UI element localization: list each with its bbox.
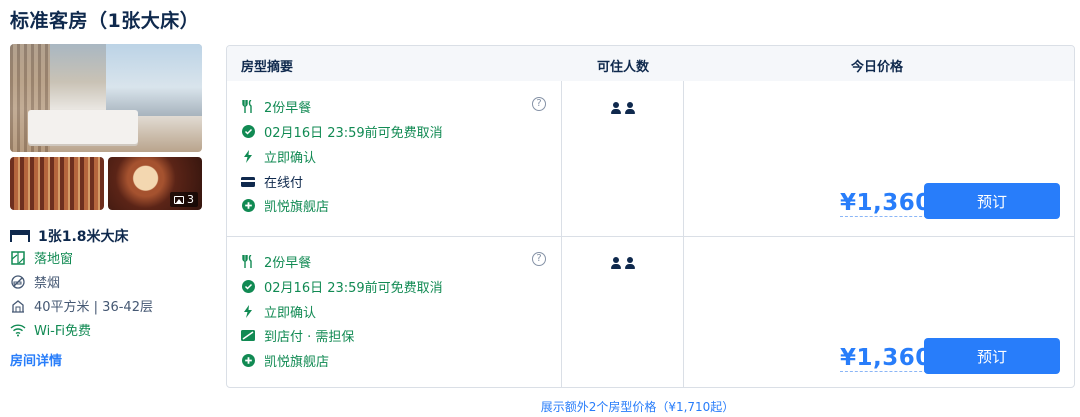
policy-label: 2份早餐 [264,101,312,116]
feature-no-smoking: 禁烟 [10,272,60,291]
bed-info: 1张1.8米大床 [10,226,129,246]
pay-at-hotel-icon [241,329,255,343]
person-icon [611,102,621,114]
policy-cancellation: 02月16日 23:59前可免费取消 [241,277,443,296]
policy-payment: 到店付 · 需担保 [241,326,354,345]
store-icon [241,199,255,213]
policy-label: 立即确认 [264,151,317,166]
policy-label: 凯悦旗舰店 [264,355,330,370]
book-button[interactable]: 预订 [924,338,1060,374]
guest-capacity [611,102,635,114]
policy-store: 凯悦旗舰店 [241,351,329,370]
price[interactable]: ¥1,360 [840,345,932,372]
card-icon [241,175,255,189]
room-thumbnail-1[interactable] [10,157,104,210]
room-thumbnail-2[interactable]: 3 [108,157,202,210]
room-main-photo[interactable] [10,44,202,152]
no-smoking-icon [10,274,26,290]
image-icon [174,195,184,204]
bed-label: 1张1.8米大床 [38,229,129,245]
check-circle-icon [241,125,255,139]
rate-table: 房型摘要 可住人数 今日价格 2份早餐 ? 02月16日 23:59前可免费取消… [226,45,1075,388]
dining-icon [241,100,255,114]
policy-payment: 在线付 [241,172,303,191]
feature-wifi: Wi-Fi免费 [10,320,91,339]
check-circle-icon [241,280,255,294]
policy-breakfast: 2份早餐 [241,97,311,116]
area-icon [10,298,26,314]
policy-confirm: 立即确认 [241,302,316,321]
policy-label: 在线付 [264,176,304,191]
feature-label: 禁烟 [34,276,61,291]
rate-row: 2份早餐 ? 02月16日 23:59前可免费取消 立即确认 在线付 凯悦旗舰店… [227,81,1074,236]
lightning-icon [241,305,255,319]
room-details-link[interactable]: 房间详情 [10,350,62,369]
person-icon [611,257,621,269]
help-icon[interactable]: ? [532,252,546,266]
header-price: 今日价格 [851,60,904,75]
rate-row: 2份早餐 ? 02月16日 23:59前可免费取消 立即确认 到店付 · 需担保… [227,236,1074,387]
feature-label: 40平方米 | 36-42层 [34,300,153,315]
table-header: 房型摘要 可住人数 今日价格 [227,46,1074,81]
help-icon[interactable]: ? [532,97,546,111]
feature-label: Wi-Fi免费 [34,324,92,339]
policy-breakfast: 2份早餐 [241,252,311,271]
policy-label: 02月16日 23:59前可免费取消 [264,126,443,141]
store-icon [241,354,255,368]
lightning-icon [241,150,255,164]
policy-label: 2份早餐 [264,256,312,271]
feature-area: 40平方米 | 36-42层 [10,296,153,315]
dining-icon [241,255,255,269]
policy-confirm: 立即确认 [241,147,316,166]
feature-label: 落地窗 [34,252,74,267]
book-button[interactable]: 预订 [924,183,1060,219]
policy-label: 立即确认 [264,306,317,321]
show-more-rates-link[interactable]: 展示额外2个房型价格（¥1,710起） [0,398,1080,415]
policy-label: 02月16日 23:59前可免费取消 [264,281,443,296]
policy-store: 凯悦旗舰店 [241,196,329,215]
wifi-icon [10,322,26,338]
person-icon [625,257,635,269]
policy-label: 凯悦旗舰店 [264,200,330,215]
photo-count-badge: 3 [170,192,198,207]
feature-window: 落地窗 [10,248,73,267]
header-guests: 可住人数 [597,60,650,75]
policy-cancellation: 02月16日 23:59前可免费取消 [241,122,443,141]
person-icon [625,102,635,114]
price[interactable]: ¥1,360 [840,190,932,217]
guest-capacity [611,257,635,269]
bed-icon [10,230,30,242]
policy-label: 到店付 · 需担保 [264,330,355,345]
photo-count: 3 [187,193,194,206]
window-icon [10,250,26,266]
room-title: 标准客房（1张大床） [10,10,200,32]
header-summary: 房型摘要 [241,60,294,75]
